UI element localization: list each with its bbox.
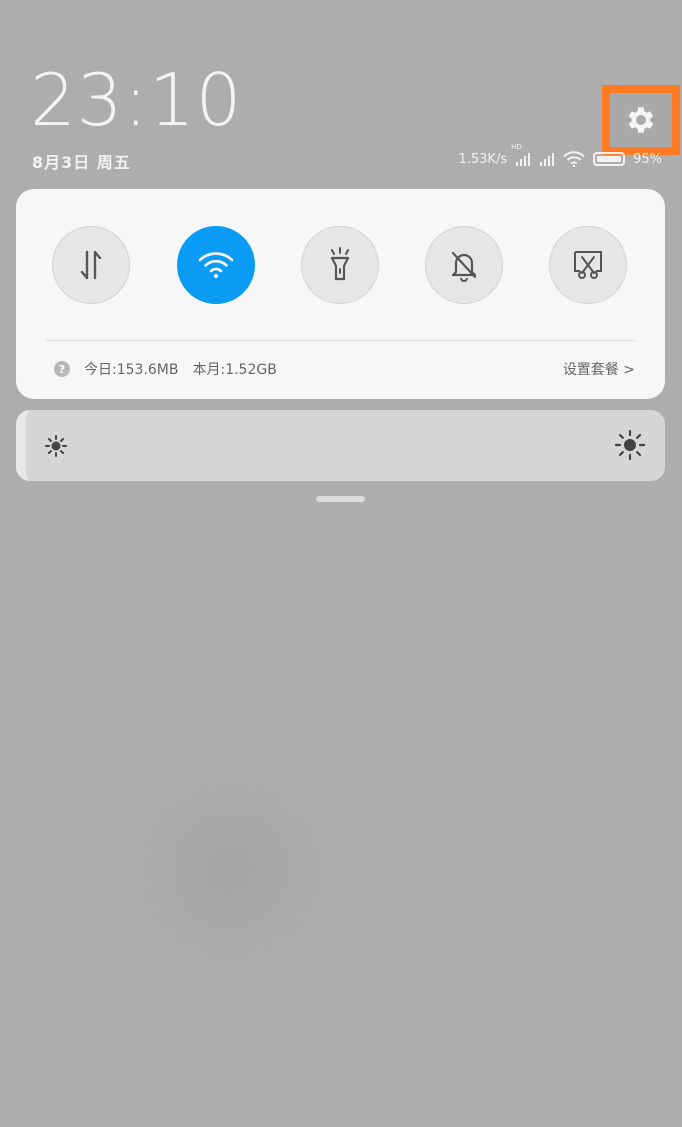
quick-settings-panel: ? 今日:153.6MB 本月:1.52GB 设置套餐 > [16,189,665,399]
signal-icon-secondary [540,153,555,166]
data-arrows-icon [80,250,102,280]
clock-time: 23:10 [30,58,243,142]
settings-button[interactable] [602,85,680,155]
flashlight-icon [330,247,350,281]
wifi-status-icon [563,151,585,167]
brightness-high-icon [615,430,645,460]
panel-divider [46,340,635,341]
wifi-icon [198,252,234,278]
bell-off-icon [451,251,477,282]
clock-date: 8月3日 周五 [32,153,131,172]
toggle-screenshot[interactable] [549,226,627,304]
background-blur [120,760,340,980]
usage-today: 今日:153.6MB [84,362,179,378]
brightness-slider[interactable] [16,410,665,481]
network-speed: 1.53K/s [458,151,508,167]
toggle-flashlight[interactable] [301,226,379,304]
gear-icon [628,107,654,133]
toggle-mute[interactable] [425,226,503,304]
battery-percent: 95% [633,151,662,167]
hd-cellular-signal: HD [511,143,531,167]
set-plan-link[interactable]: 设置套餐 > [563,359,635,379]
info-icon[interactable]: ? [54,361,70,377]
scissors-icon [574,251,602,279]
data-usage-summary: ? 今日:153.6MB 本月:1.52GB [54,359,277,379]
drag-handle[interactable] [316,496,365,502]
toggle-mobile-data[interactable] [52,226,130,304]
toggle-wifi[interactable] [177,226,255,304]
signal-icon [516,153,531,166]
status-bar: 1.53K/s HD 95% [458,143,662,169]
hd-label: HD [511,143,522,151]
brightness-low-icon [45,435,67,457]
usage-month: 本月:1.52GB [192,362,277,378]
battery-icon [593,152,626,166]
